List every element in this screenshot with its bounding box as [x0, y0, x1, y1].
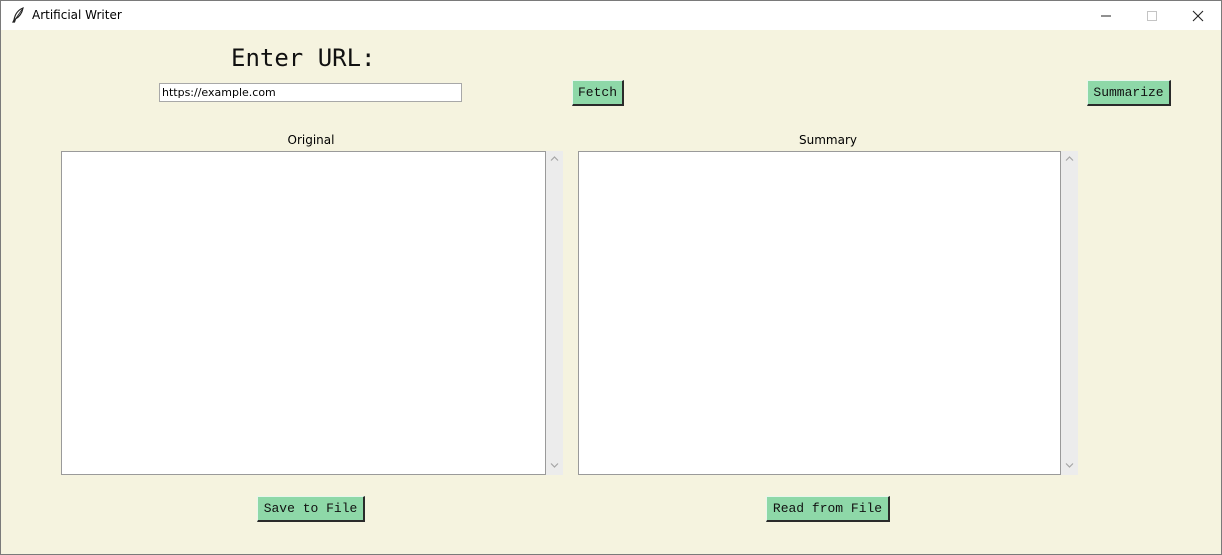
feather-icon — [11, 7, 25, 23]
read-from-file-button[interactable]: Read from File — [766, 496, 890, 522]
summary-text-area[interactable] — [578, 151, 1061, 475]
scroll-up-icon[interactable] — [550, 155, 559, 162]
app-window: Artificial Writer Enter URL: Fetch Summa… — [0, 0, 1222, 555]
scroll-up-icon[interactable] — [1065, 155, 1074, 162]
save-to-file-button[interactable]: Save to File — [257, 496, 365, 522]
original-label: Original — [287, 133, 335, 147]
summarize-button[interactable]: Summarize — [1087, 80, 1171, 106]
original-text-area[interactable] — [61, 151, 546, 475]
close-button[interactable] — [1175, 1, 1221, 30]
summary-label: Summary — [799, 133, 857, 147]
fetch-button[interactable]: Fetch — [572, 80, 624, 106]
url-input[interactable] — [159, 83, 462, 102]
scroll-down-icon[interactable] — [1065, 462, 1074, 469]
maximize-button[interactable] — [1129, 1, 1175, 30]
maximize-icon — [1147, 11, 1157, 21]
minimize-button[interactable] — [1083, 1, 1129, 30]
original-scrollbar[interactable] — [546, 151, 563, 475]
url-heading: Enter URL: — [231, 44, 376, 72]
title-bar[interactable]: Artificial Writer — [1, 1, 1221, 30]
minimize-icon — [1101, 15, 1111, 17]
window-title: Artificial Writer — [32, 8, 122, 22]
close-icon — [1192, 10, 1204, 22]
summary-scrollbar[interactable] — [1061, 151, 1078, 475]
scroll-down-icon[interactable] — [550, 462, 559, 469]
